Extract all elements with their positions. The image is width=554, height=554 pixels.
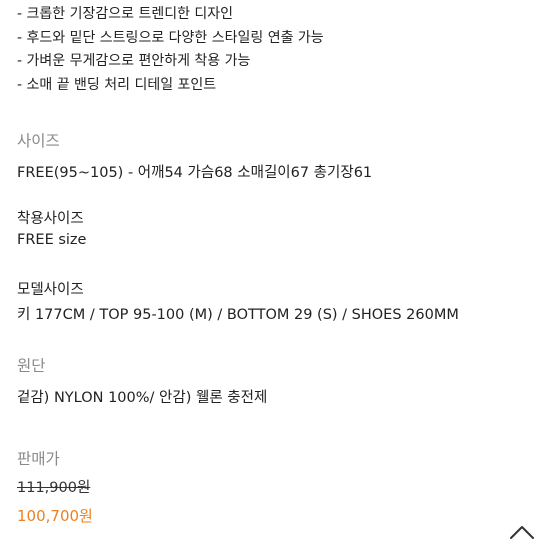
feature-item: - 크롭한 기장감으로 트렌디한 디자인 <box>17 6 234 22</box>
size-heading: 사이즈 <box>17 132 60 150</box>
sale-price: 100,700원 <box>17 507 93 525</box>
worn-size-heading: 착용사이즈 <box>17 211 84 227</box>
price-heading: 판매가 <box>17 450 60 468</box>
original-price: 111,900원 <box>17 480 91 496</box>
feature-list: - 크롭한 기장감으로 트렌디한 디자인 - 후드와 밑단 스트링으로 다양한 … <box>17 3 547 97</box>
feature-item: - 후드와 밑단 스트링으로 다양한 스타일링 연출 가능 <box>17 29 324 46</box>
feature-item: - 소매 끝 밴딩 처리 디테일 포인트 <box>17 76 217 93</box>
model-size-value: 키 177CM / TOP 95-100 (M) / BOTTOM 29 (S)… <box>17 307 459 323</box>
fabric-value: 겉감) NYLON 100%/ 안감) 웰론 충전제 <box>17 390 268 406</box>
feature-item: - 가벼운 무게감으로 편안하게 착용 가능 <box>17 53 251 69</box>
model-size-heading: 모델사이즈 <box>17 282 84 298</box>
scroll-top-button[interactable] <box>506 520 538 544</box>
worn-size-value: FREE size <box>17 232 87 248</box>
chevron-up-icon <box>510 526 534 539</box>
size-value: FREE(95~105) - 어깨54 가슴68 소매길이67 총기장61 <box>17 165 373 181</box>
fabric-heading: 원단 <box>17 357 46 375</box>
